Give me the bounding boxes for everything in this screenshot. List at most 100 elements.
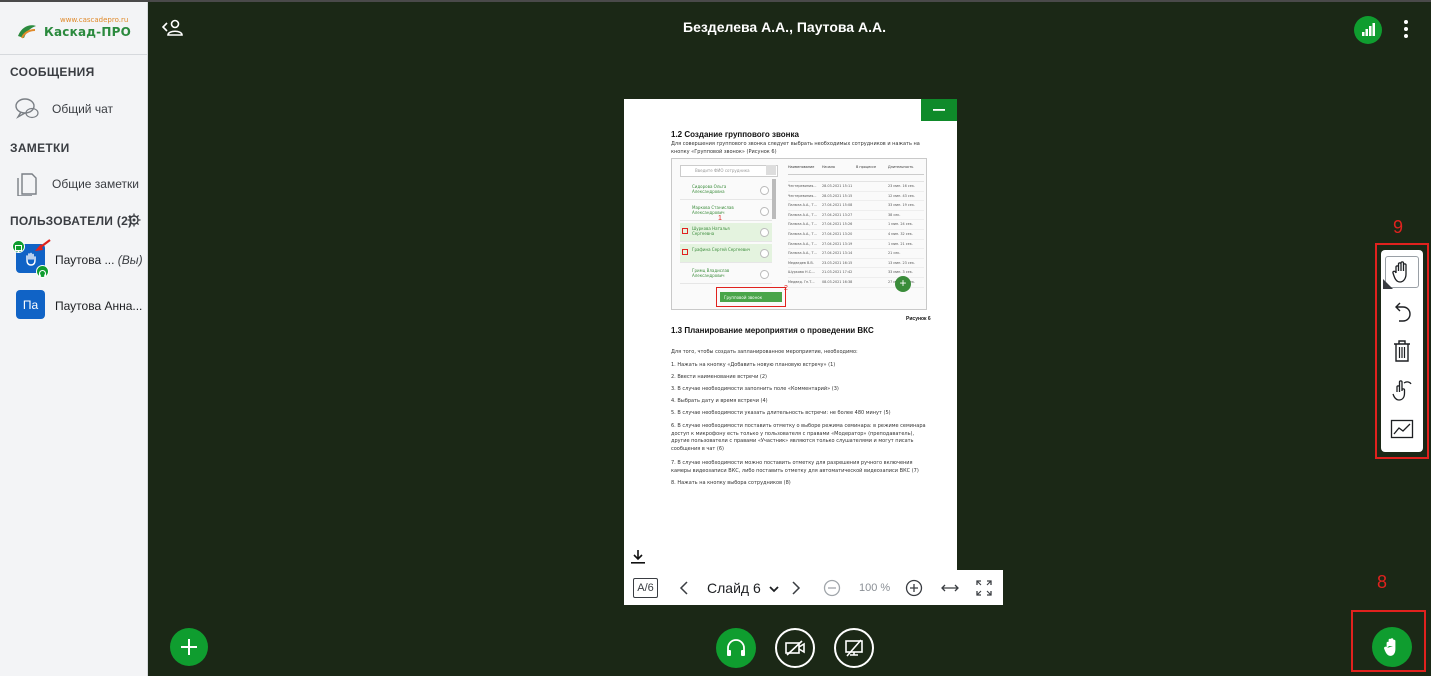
logo-mark-icon bbox=[18, 25, 36, 39]
figure-table-cell: Палюза А.А., Т... bbox=[788, 231, 817, 236]
multi-user-pointer-icon bbox=[1392, 380, 1412, 401]
figure-table-cell bbox=[856, 192, 888, 201]
figure-table-cell: Палюза А.А., Т... bbox=[788, 241, 817, 246]
gear-icon[interactable] bbox=[127, 213, 141, 227]
figure-table-cell: 4 мин. 32 сек. bbox=[888, 231, 913, 236]
fit-width-icon[interactable] bbox=[940, 580, 960, 596]
divider bbox=[0, 54, 148, 55]
figure-column-header: Начало bbox=[822, 165, 835, 169]
toggle-userlist-button[interactable] bbox=[162, 18, 184, 38]
figure-table-cell bbox=[856, 278, 888, 287]
figure-table-cell: 12 мин. 43 сек. bbox=[888, 193, 915, 198]
figure-contact-row: Гримц Владислав Александрович bbox=[680, 265, 772, 284]
figure-phone-icon bbox=[760, 186, 769, 195]
user-item-other[interactable]: Па Паутова Анна... bbox=[0, 286, 147, 326]
slide-select-label: Слайд 6 bbox=[707, 580, 761, 596]
notes-header: ЗАМЕТКИ bbox=[10, 141, 70, 155]
next-slide-icon[interactable] bbox=[789, 580, 803, 596]
video-off-icon bbox=[785, 640, 805, 656]
figure-table-cell: Честеревиния... bbox=[788, 193, 817, 198]
accessibility-button[interactable]: A/6 bbox=[633, 578, 658, 598]
previous-slide-icon[interactable] bbox=[677, 580, 691, 596]
shared-notes-label: Общие заметки bbox=[52, 177, 139, 191]
figure-table-row: Палюза А.А., Т... 27.04.2021 15:26 1 мин. … bbox=[788, 220, 924, 230]
actions-button[interactable] bbox=[170, 628, 208, 666]
figure-checkbox bbox=[682, 228, 688, 234]
user-name: Паутова Анна... bbox=[55, 299, 143, 313]
figure-table-cell: Шуркова Н.С.... bbox=[788, 270, 816, 275]
figure-marker-2: 2 bbox=[784, 285, 788, 292]
slide-heading-1: 1.2 Создание группового звонка bbox=[671, 130, 799, 139]
chart-line-icon bbox=[1390, 419, 1414, 439]
figure-column-header: Наименование bbox=[788, 165, 815, 169]
plus-icon bbox=[181, 639, 197, 655]
figure-phone-icon bbox=[760, 249, 769, 258]
figure-table-cell: 27.04.2021 15:26 bbox=[822, 222, 853, 227]
figure-contact-name: Шуркова Наталья Сергеевна bbox=[692, 226, 730, 237]
figure-table-cell: 28.03.2021 15:11 bbox=[822, 184, 853, 188]
minimize-presentation-button[interactable] bbox=[921, 99, 957, 121]
figure-table-cell: 23 мин. 16 сек. bbox=[888, 184, 915, 188]
slide-step-1: 1. Нажать на кнопку «Добавить новую план… bbox=[671, 362, 836, 368]
notes-icon bbox=[17, 173, 37, 196]
figure-contact-name: Гримц Владислав Александрович bbox=[692, 268, 730, 279]
figure-table-cell: 27.04.2021 13:20 bbox=[822, 231, 853, 236]
clear-all-button[interactable] bbox=[1385, 335, 1419, 367]
whiteboard-toggle-button[interactable] bbox=[1385, 413, 1419, 445]
figure-contact-row: Маркова Станислав Александрович bbox=[680, 202, 772, 221]
logo-url: www.cascadepro.ru bbox=[60, 16, 129, 24]
chevron-down-icon bbox=[768, 586, 779, 593]
figure-contact-name: Графина Сергей Сергеевич bbox=[692, 247, 751, 252]
figure-phone-icon bbox=[760, 270, 769, 279]
audio-button[interactable] bbox=[716, 628, 756, 668]
video-button[interactable] bbox=[775, 628, 815, 668]
figure-table-cell: 13 мин. 23 сек. bbox=[888, 260, 915, 265]
slide-step-8: 8. Нажать на кнопку выбора сотрудников (… bbox=[671, 480, 791, 486]
public-chat-label: Общий чат bbox=[52, 102, 113, 116]
zoom-in-icon[interactable] bbox=[905, 579, 923, 597]
raise-hand-button[interactable] bbox=[1372, 627, 1412, 667]
zoom-out-icon[interactable] bbox=[823, 579, 841, 597]
app-root: www.cascadepro.ru Каскад-ПРО СООБЩЕНИЯ О… bbox=[0, 0, 1431, 676]
download-icon[interactable] bbox=[629, 548, 647, 566]
figure-table-cell: Палюза А.А., Т... bbox=[788, 222, 817, 227]
figure-table-cell bbox=[856, 268, 888, 277]
slide-select[interactable]: Слайд 6 bbox=[707, 580, 779, 596]
figure-table: Наименование Начало В процессе Длительность… bbox=[788, 163, 924, 288]
user-name-text: Паутова ... bbox=[55, 253, 115, 267]
figure-search-input: Введите ФИО сотрудника bbox=[680, 165, 778, 177]
figure-contact-row: Графина Сергей Сергеевич bbox=[680, 244, 772, 263]
figure-table-row: Медведев В.В. 23.03.2021 16:15 13 мин. 23 … bbox=[788, 259, 924, 269]
fullscreen-icon[interactable] bbox=[975, 579, 993, 597]
shared-notes-item[interactable]: Общие заметки bbox=[0, 166, 147, 202]
figure-column-header: Длительность bbox=[888, 165, 914, 169]
slide-step-4: 4. Выбрать дату и время встречи (4) bbox=[671, 398, 768, 404]
figure-table-cell bbox=[856, 220, 888, 229]
options-menu-button[interactable] bbox=[1398, 18, 1414, 40]
undo-button[interactable] bbox=[1385, 296, 1419, 328]
figure-table-cell: 1 мин. 24 сек. bbox=[888, 222, 913, 227]
multi-user-button[interactable] bbox=[1385, 374, 1419, 406]
undo-icon bbox=[1395, 302, 1411, 322]
figure-table-row: Палюза А.А., Т... 27.04.2021 13:27 38 сек. bbox=[788, 211, 924, 221]
figure-table-row: Честеревиния... 28.03.2021 15:15 12 мин. 4… bbox=[788, 192, 924, 202]
figure-contact-row: Сидорова Ольга Александровна bbox=[680, 181, 772, 200]
figure-table-cell bbox=[856, 201, 888, 210]
figure-table-cell: 27.04.2021 13:27 bbox=[822, 212, 853, 217]
minus-icon bbox=[933, 109, 945, 111]
figure-contact-name: Маркова Станислав Александрович bbox=[692, 205, 734, 216]
tool-expand-icon bbox=[1383, 279, 1393, 289]
headphones-icon bbox=[727, 639, 745, 656]
slide-step-7: 7. В случае необходимости можно поставит… bbox=[671, 460, 919, 474]
presenter-badge bbox=[12, 240, 25, 253]
connection-status-button[interactable] bbox=[1354, 16, 1382, 44]
figure-table-header: Наименование Начало В процессе Длительность bbox=[788, 163, 924, 175]
screenshare-button[interactable] bbox=[834, 628, 874, 668]
screenshare-off-icon bbox=[845, 639, 863, 657]
figure-table-cell: 21.03.2021 17:42 bbox=[822, 270, 853, 275]
figure-table-cell: 1 мин. 21 сек. bbox=[888, 241, 913, 246]
public-chat-item[interactable]: Общий чат bbox=[0, 91, 147, 127]
you-label: (Вы) bbox=[117, 253, 143, 267]
figure-table-cell: 21 сек. bbox=[888, 251, 901, 256]
user-item-self[interactable]: Паутова ... (Вы) bbox=[0, 239, 147, 280]
